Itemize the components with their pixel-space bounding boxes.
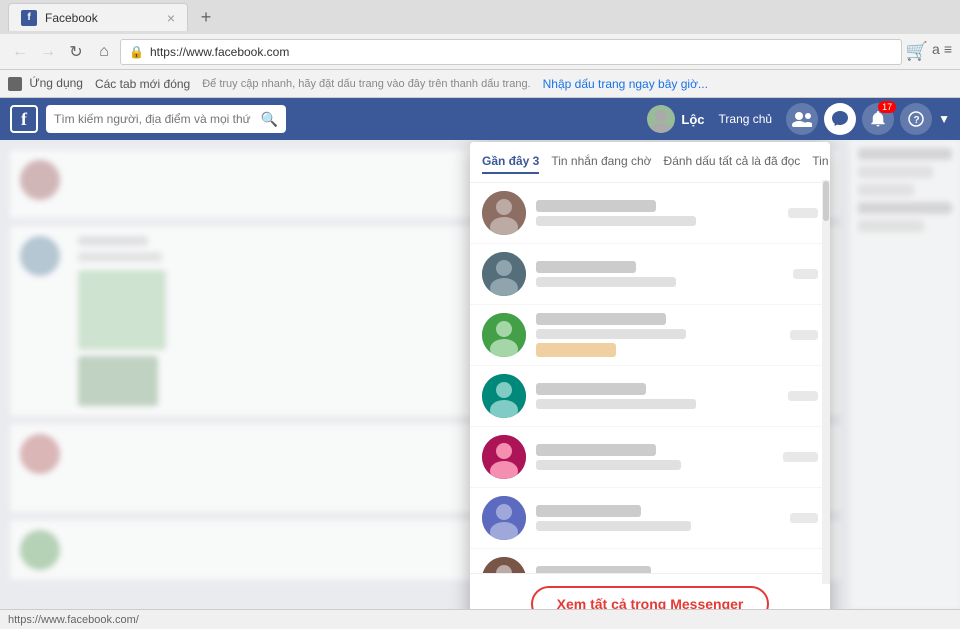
- scroll-thumb: [823, 181, 829, 221]
- message-preview-1: [536, 212, 778, 226]
- message-avatar-3: [482, 313, 526, 357]
- message-item-7[interactable]: [470, 549, 830, 573]
- facebook-logo[interactable]: f: [10, 105, 38, 133]
- navigation-bar: ← → ↻ ⌂ 🔒 https://www.facebook.com 🛒 a ≡: [0, 34, 960, 70]
- message-content-7: [536, 566, 776, 573]
- address-bar[interactable]: 🔒 https://www.facebook.com: [120, 39, 902, 65]
- search-icon: 🔍: [261, 111, 278, 128]
- notifications-badge: 17: [878, 101, 896, 113]
- message-content-4: [536, 383, 778, 409]
- message-item-2[interactable]: [470, 244, 830, 305]
- home-button[interactable]: ⌂: [92, 40, 116, 64]
- tab-mark-read[interactable]: Đánh dấu tất cả là đã đọc: [664, 150, 801, 174]
- tab-recent[interactable]: Gần đây 3: [482, 150, 539, 174]
- message-avatar-4: [482, 374, 526, 418]
- settings-icon[interactable]: ≡: [944, 41, 952, 62]
- message-preview-2: [536, 273, 783, 287]
- message-avatar-7: [482, 557, 526, 573]
- message-preview-3: [536, 325, 780, 357]
- back-button[interactable]: ←: [8, 40, 32, 64]
- message-avatar-5: [482, 435, 526, 479]
- message-content-6: [536, 505, 780, 531]
- messenger-dropdown: Gần đây 3 Tin nhắn đang chờ Đánh dấu tất…: [470, 142, 830, 609]
- facebook-header: f 🔍 Lộc Trang chủ: [0, 98, 960, 140]
- address-text: https://www.facebook.com: [150, 45, 893, 59]
- message-item-5[interactable]: [470, 427, 830, 488]
- message-list: [470, 183, 830, 573]
- message-name-3: [536, 313, 780, 325]
- message-avatar-2: [482, 252, 526, 296]
- forward-button[interactable]: →: [36, 40, 60, 64]
- bookmark-tip-text: Để truy cập nhanh, hãy đặt dấu trang vào…: [202, 78, 530, 90]
- message-time-5: [783, 452, 818, 462]
- user-name[interactable]: Lộc: [681, 112, 704, 127]
- message-preview-4: [536, 395, 778, 409]
- dropdown-tabs: Gần đây 3 Tin nhắn đang chờ Đánh dấu tất…: [470, 142, 830, 183]
- message-time-6: [790, 513, 818, 523]
- message-item-4[interactable]: [470, 366, 830, 427]
- message-avatar-1: [482, 191, 526, 235]
- status-url: https://www.facebook.com/: [8, 614, 139, 626]
- message-content-1: [536, 200, 778, 226]
- facebook-header-right: Lộc Trang chủ 17: [647, 103, 950, 135]
- message-preview-6: [536, 517, 780, 531]
- message-time-2: [793, 269, 818, 279]
- browser-chrome: f Facebook × + ← → ↻ ⌂ 🔒 https://www.fac…: [0, 0, 960, 98]
- facebook-search-input[interactable]: [54, 112, 255, 126]
- new-tab-info: Các tab mới đóng: [95, 77, 190, 91]
- message-name-2: [536, 261, 783, 273]
- help-icon-button[interactable]: ?: [900, 103, 932, 135]
- message-item-1[interactable]: [470, 183, 830, 244]
- cart-icon[interactable]: 🛒: [906, 41, 928, 62]
- bookmark-link[interactable]: Nhập dấu trang ngay bây giờ...: [543, 77, 708, 91]
- browser-actions: 🛒 a ≡: [906, 41, 952, 62]
- ssl-lock-icon: 🔒: [129, 45, 144, 59]
- facebook-body: Gần đây 3 Tin nhắn đang chờ Đánh dấu tất…: [0, 140, 960, 609]
- facebook-app: f 🔍 Lộc Trang chủ: [0, 98, 960, 609]
- message-content-5: [536, 444, 773, 470]
- message-name-7: [536, 566, 776, 573]
- apps-icon: [8, 77, 22, 91]
- message-name-4: [536, 383, 778, 395]
- status-bar: https://www.facebook.com/: [0, 609, 960, 629]
- message-content-3: [536, 313, 780, 357]
- notifications-icon-button[interactable]: 17: [862, 103, 894, 135]
- message-time-4: [788, 391, 818, 401]
- message-name-6: [536, 505, 780, 517]
- tab-bar: f Facebook × +: [0, 0, 960, 34]
- active-tab[interactable]: f Facebook ×: [8, 3, 188, 31]
- new-tab-button[interactable]: +: [192, 3, 220, 31]
- apps-bookmark[interactable]: Ứng dụng: [8, 76, 83, 91]
- facebook-search-box[interactable]: 🔍: [46, 105, 286, 133]
- message-item-3[interactable]: [470, 305, 830, 366]
- message-avatar-6: [482, 496, 526, 540]
- message-content-2: [536, 261, 783, 287]
- view-all-messenger-button[interactable]: Xem tất cả trong Messenger: [531, 586, 770, 609]
- tab-new-message[interactable]: Tin nhắn mới: [812, 150, 830, 174]
- bookmark-bar: Ứng dụng Các tab mới đóng Để truy cập nh…: [0, 70, 960, 98]
- message-item-6[interactable]: [470, 488, 830, 549]
- reload-button[interactable]: ↻: [64, 40, 88, 64]
- tab-close-button[interactable]: ×: [167, 10, 175, 26]
- message-name-5: [536, 444, 773, 456]
- dropdown-footer: Xem tất cả trong Messenger: [470, 573, 830, 609]
- dropdown-chevron[interactable]: ▼: [938, 112, 950, 126]
- tab-title: Facebook: [45, 11, 159, 25]
- tab-favicon: f: [21, 10, 37, 26]
- user-icon[interactable]: a: [932, 41, 940, 62]
- user-avatar[interactable]: [647, 105, 675, 133]
- messenger-icon-button[interactable]: [824, 103, 856, 135]
- message-preview-5: [536, 456, 773, 470]
- friends-icon-button[interactable]: [786, 103, 818, 135]
- message-time-1: [788, 208, 818, 218]
- svg-text:?: ?: [914, 115, 920, 126]
- message-time-3: [790, 330, 818, 340]
- message-name-1: [536, 200, 778, 212]
- tab-pending[interactable]: Tin nhắn đang chờ: [551, 150, 651, 174]
- home-nav[interactable]: Trang chủ: [711, 108, 781, 130]
- dropdown-scrollbar[interactable]: [822, 180, 830, 584]
- facebook-right-sidebar: [850, 140, 960, 609]
